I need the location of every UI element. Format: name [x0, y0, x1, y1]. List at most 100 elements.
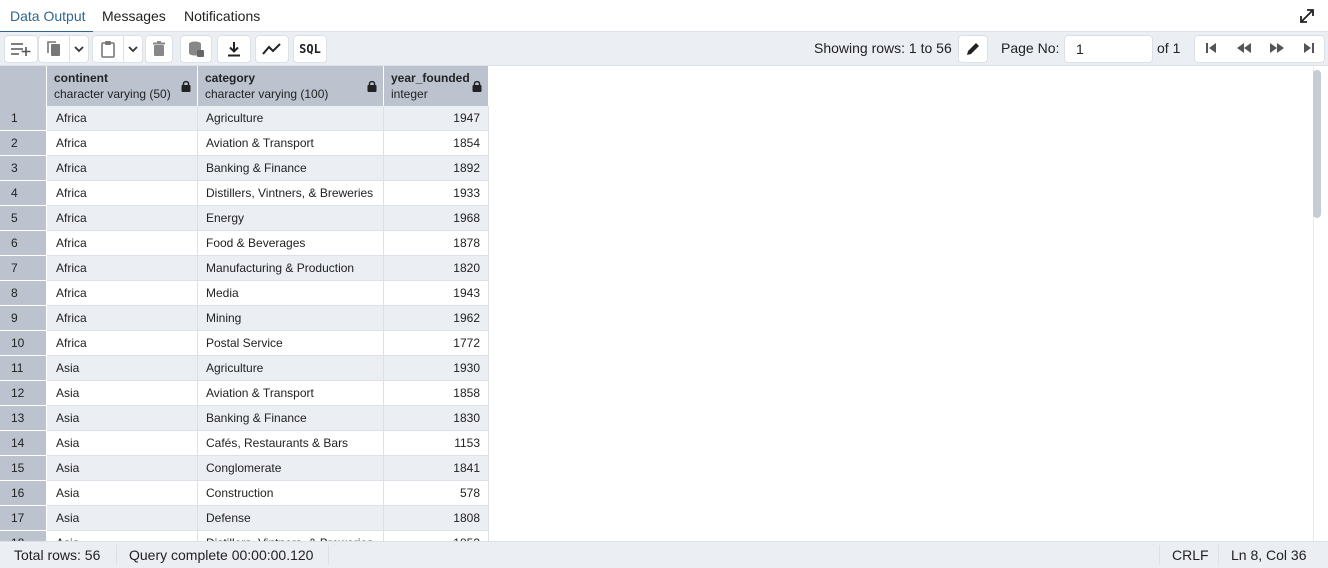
table-row[interactable]: 11 Asia Agriculture 1930 [0, 356, 489, 381]
year-founded-cell[interactable]: 578 [384, 481, 489, 506]
year-founded-cell[interactable]: 1943 [384, 281, 489, 306]
row-number-cell[interactable]: 11 [0, 356, 47, 381]
sql-button[interactable]: SQL [293, 35, 327, 63]
column-header-continent[interactable]: continent character varying (50) [47, 66, 198, 106]
category-cell[interactable]: Construction [198, 481, 384, 506]
continent-cell[interactable]: Africa [47, 281, 198, 306]
row-number-cell[interactable]: 14 [0, 431, 47, 456]
save-data-changes-button[interactable] [180, 35, 212, 63]
category-cell[interactable]: Cafés, Restaurants & Bars [198, 431, 384, 456]
category-cell[interactable]: Media [198, 281, 384, 306]
row-number-cell[interactable]: 10 [0, 331, 47, 356]
row-number-cell[interactable]: 13 [0, 406, 47, 431]
download-button[interactable] [217, 35, 251, 63]
table-row[interactable]: 12 Asia Aviation & Transport 1858 [0, 381, 489, 406]
row-number-cell[interactable]: 7 [0, 256, 47, 281]
row-number-cell[interactable]: 4 [0, 181, 47, 206]
continent-cell[interactable]: Africa [47, 131, 198, 156]
table-row[interactable]: 4 Africa Distillers, Vintners, & Breweries… [0, 181, 489, 206]
copy-options-dropdown[interactable] [69, 35, 89, 63]
category-cell[interactable]: Conglomerate [198, 456, 384, 481]
paste-options-dropdown[interactable] [123, 35, 143, 63]
year-founded-cell[interactable]: 1808 [384, 506, 489, 531]
year-founded-cell[interactable]: 1962 [384, 306, 489, 331]
continent-cell[interactable]: Asia [47, 356, 198, 381]
row-number-cell[interactable]: 12 [0, 381, 47, 406]
category-cell[interactable]: Banking & Finance [198, 406, 384, 431]
table-row[interactable]: 14 Asia Cafés, Restaurants & Bars 1153 [0, 431, 489, 456]
expand-icon[interactable] [1298, 7, 1316, 25]
year-founded-cell[interactable]: 1892 [384, 156, 489, 181]
continent-cell[interactable]: Africa [47, 331, 198, 356]
table-row[interactable]: 15 Asia Conglomerate 1841 [0, 456, 489, 481]
first-page-button[interactable] [1195, 36, 1227, 62]
row-number-cell[interactable]: 16 [0, 481, 47, 506]
row-number-cell[interactable]: 15 [0, 456, 47, 481]
table-row[interactable]: 9 Africa Mining 1962 [0, 306, 489, 331]
row-number-cell[interactable]: 2 [0, 131, 47, 156]
continent-cell[interactable]: Africa [47, 106, 198, 131]
table-row[interactable]: 10 Africa Postal Service 1772 [0, 331, 489, 356]
last-page-button[interactable] [1293, 36, 1325, 62]
table-row[interactable]: 5 Africa Energy 1968 [0, 206, 489, 231]
continent-cell[interactable]: Asia [47, 506, 198, 531]
row-number-cell[interactable]: 5 [0, 206, 47, 231]
next-page-button[interactable] [1261, 36, 1293, 62]
category-cell[interactable]: Aviation & Transport [198, 381, 384, 406]
row-number-cell[interactable]: 8 [0, 281, 47, 306]
column-header-category[interactable]: category character varying (100) [198, 66, 384, 106]
category-cell[interactable]: Defense [198, 506, 384, 531]
table-row[interactable]: 3 Africa Banking & Finance 1892 [0, 156, 489, 181]
continent-cell[interactable]: Africa [47, 206, 198, 231]
delete-row-button[interactable] [145, 35, 173, 63]
category-cell[interactable]: Agriculture [198, 106, 384, 131]
row-number-cell[interactable]: 3 [0, 156, 47, 181]
vertical-scrollbar[interactable] [1313, 70, 1321, 218]
edit-rows-button[interactable] [958, 35, 988, 63]
category-cell[interactable]: Distillers, Vintners, & Breweries [198, 181, 384, 206]
category-cell[interactable]: Food & Beverages [198, 231, 384, 256]
table-row[interactable]: 16 Asia Construction 578 [0, 481, 489, 506]
category-cell[interactable]: Energy [198, 206, 384, 231]
continent-cell[interactable]: Africa [47, 231, 198, 256]
table-row[interactable]: 18AsiaDistillers, Vintners, & Breweries1… [0, 531, 489, 541]
category-cell[interactable]: Mining [198, 306, 384, 331]
continent-cell[interactable]: Asia [47, 456, 198, 481]
category-cell[interactable]: Agriculture [198, 356, 384, 381]
continent-cell[interactable]: Africa [47, 256, 198, 281]
year-founded-cell[interactable]: 1947 [384, 106, 489, 131]
category-cell[interactable]: Banking & Finance [198, 156, 384, 181]
table-row[interactable]: 1 Africa Agriculture 1947 [0, 106, 489, 131]
continent-cell[interactable]: Africa [47, 306, 198, 331]
category-cell[interactable]: Distillers, Vintners, & Breweries [198, 531, 384, 541]
year-founded-cell[interactable]: 1858 [384, 381, 489, 406]
row-number-cell[interactable]: 18 [0, 531, 47, 541]
table-row[interactable]: 13 Asia Banking & Finance 1830 [0, 406, 489, 431]
continent-cell[interactable]: Asia [47, 381, 198, 406]
table-row[interactable]: 17 Asia Defense 1808 [0, 506, 489, 531]
continent-cell[interactable]: Africa [47, 181, 198, 206]
category-cell[interactable]: Aviation & Transport [198, 131, 384, 156]
year-founded-cell[interactable]: 1153 [384, 431, 489, 456]
table-row[interactable]: 2 Africa Aviation & Transport 1854 [0, 131, 489, 156]
tab-messages[interactable]: Messages [102, 0, 166, 32]
year-founded-cell[interactable]: 1854 [384, 131, 489, 156]
year-founded-cell[interactable]: 1933 [384, 181, 489, 206]
tab-notifications[interactable]: Notifications [184, 0, 260, 32]
continent-cell[interactable]: Asia [47, 406, 198, 431]
continent-cell[interactable]: Asia [47, 431, 198, 456]
page-number-input[interactable] [1064, 35, 1153, 63]
tab-data-output[interactable]: Data Output [0, 0, 92, 33]
paste-button[interactable] [92, 35, 124, 63]
previous-page-button[interactable] [1228, 36, 1260, 62]
row-number-header[interactable] [0, 66, 47, 106]
row-number-cell[interactable]: 6 [0, 231, 47, 256]
year-founded-cell[interactable]: 1820 [384, 256, 489, 281]
row-number-cell[interactable]: 1 [0, 106, 47, 131]
row-number-cell[interactable]: 17 [0, 506, 47, 531]
table-row[interactable]: 6 Africa Food & Beverages 1878 [0, 231, 489, 256]
row-number-cell[interactable]: 9 [0, 306, 47, 331]
table-row[interactable]: 8 Africa Media 1943 [0, 281, 489, 306]
category-cell[interactable]: Manufacturing & Production [198, 256, 384, 281]
year-founded-cell[interactable]: 1853 [384, 531, 489, 541]
